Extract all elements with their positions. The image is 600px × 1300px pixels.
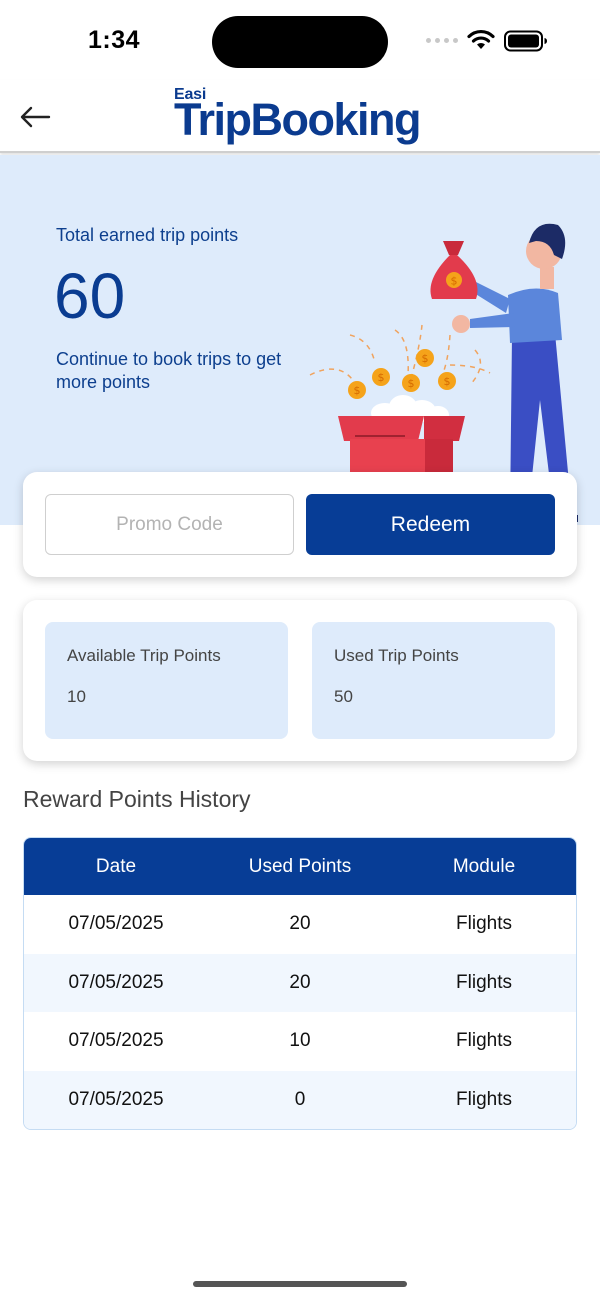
- hero-label: Total earned trip points: [56, 225, 239, 245]
- promo-card: Redeem: [23, 472, 577, 577]
- svg-text:$: $: [408, 377, 415, 390]
- used-points-box: Used Trip Points 50: [312, 622, 555, 739]
- points-summary-card: Available Trip Points 10 Used Trip Point…: [23, 600, 577, 761]
- svg-text:$: $: [354, 384, 361, 397]
- cell-module: Flights: [456, 1030, 512, 1052]
- status-time: 1:34: [88, 26, 141, 54]
- table-row: 07/05/2025 10 Flights: [24, 1012, 576, 1071]
- cell-date: 07/05/2025: [68, 913, 164, 935]
- signal-dots-icon: [426, 38, 458, 43]
- used-points-label: Used Trip Points: [334, 646, 459, 665]
- cell-module: Flights: [456, 913, 512, 935]
- history-table: Date Used Points Module 07/05/2025 20 Fl…: [23, 837, 577, 1130]
- cell-date: 07/05/2025: [68, 971, 164, 993]
- used-points-value: 50: [334, 687, 353, 706]
- status-bar: 1:34: [0, 0, 600, 80]
- promo-code-input[interactable]: [45, 494, 294, 555]
- column-header-date: Date: [95, 855, 137, 877]
- column-header-used-points: Used Points: [248, 855, 352, 877]
- svg-text:$: $: [378, 371, 385, 384]
- cell-used-points: 10: [289, 1030, 311, 1052]
- available-points-label: Available Trip Points: [67, 646, 221, 665]
- cell-date: 07/05/2025: [68, 1030, 164, 1052]
- hero-caption: Continue to book trips to get more point…: [56, 349, 282, 392]
- cell-used-points: 0: [294, 1088, 306, 1110]
- table-row: 07/05/2025 20 Flights: [24, 895, 576, 954]
- cell-used-points: 20: [289, 971, 311, 993]
- table-row: 07/05/2025 0 Flights: [24, 1070, 576, 1129]
- table-header-row: Date Used Points Module: [24, 838, 576, 895]
- logo-main-text: TripBooking: [174, 94, 422, 145]
- wifi-icon: [467, 29, 495, 49]
- history-title: Reward Points History: [23, 786, 251, 812]
- redeem-button[interactable]: Redeem: [306, 494, 555, 555]
- table-row: 07/05/2025 20 Flights: [24, 953, 576, 1012]
- app-header: Easi TripBooking: [0, 80, 600, 153]
- points-hero: Total earned trip points 60 Continue to …: [0, 155, 600, 525]
- arrow-left-icon[interactable]: [16, 100, 54, 134]
- available-points-box: Available Trip Points 10: [45, 622, 288, 739]
- cell-date: 07/05/2025: [68, 1088, 164, 1110]
- column-header-module: Module: [452, 855, 516, 877]
- svg-text:$: $: [451, 275, 458, 288]
- battery-icon: [504, 30, 547, 52]
- svg-text:$: $: [422, 352, 429, 365]
- svg-text:$: $: [444, 375, 451, 388]
- total-points: 60: [54, 260, 126, 332]
- dynamic-island: [212, 16, 388, 68]
- available-points-value: 10: [67, 687, 86, 706]
- cell-used-points: 20: [289, 913, 311, 935]
- cell-module: Flights: [456, 1088, 512, 1110]
- app-logo: Easi TripBooking: [174, 84, 434, 152]
- cell-module: Flights: [456, 971, 512, 993]
- table-body: 07/05/2025 20 Flights 07/05/2025 20 Flig…: [24, 895, 576, 1129]
- home-indicator[interactable]: [193, 1281, 407, 1287]
